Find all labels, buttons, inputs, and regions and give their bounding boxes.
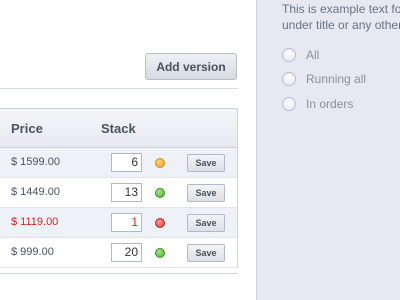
save-button[interactable]: Save (187, 154, 225, 172)
filter-option-in-orders[interactable]: In orders (282, 95, 353, 113)
radio-icon[interactable] (282, 48, 296, 62)
price-column-header: Price (11, 121, 43, 136)
add-version-button[interactable]: Add version (145, 53, 237, 80)
status-dot-icon (155, 218, 165, 228)
table-header: Price Stack (0, 108, 238, 148)
sidebar: This is example text fo under title or a… (256, 0, 400, 300)
table-row: $ 999.00 20 Save (0, 238, 238, 268)
filter-label: Running all (306, 72, 367, 86)
status-dot-icon (155, 248, 165, 258)
filter-label: In orders (306, 97, 354, 111)
table-row: $ 1119.00 1 Save (0, 208, 238, 238)
description-line: This is example text fo (282, 2, 400, 16)
stack-input[interactable]: 1 (111, 213, 142, 232)
status-dot-icon (155, 188, 165, 198)
sidebar-description: This is example text fo under title or a… (282, 1, 400, 33)
stack-input[interactable]: 13 (111, 183, 142, 202)
radio-icon[interactable] (282, 72, 296, 86)
description-line: under title or any other (282, 18, 400, 32)
radio-icon[interactable] (282, 97, 296, 111)
divider (0, 88, 238, 89)
table-row: $ 1599.00 6 Save (0, 148, 238, 178)
table-bottom-border (0, 273, 238, 274)
versions-table: Price Stack $ 1599.00 6 Save $ 1449.00 1… (0, 108, 238, 273)
status-dot-icon (155, 158, 165, 168)
stack-input[interactable]: 20 (111, 243, 142, 262)
main-panel: Add version Price Stack $ 1599.00 6 Save… (0, 0, 256, 300)
price-cell: $ 1449.00 (11, 186, 60, 198)
save-button[interactable]: Save (187, 244, 225, 262)
filter-option-all[interactable]: All (282, 46, 319, 64)
price-cell: $ 1599.00 (11, 156, 60, 168)
stack-input[interactable]: 6 (111, 153, 142, 172)
stack-column-header: Stack (101, 121, 136, 136)
filter-option-running-all[interactable]: Running all (282, 70, 366, 88)
table-row: $ 1449.00 13 Save (0, 178, 238, 208)
save-button[interactable]: Save (187, 184, 225, 202)
filter-label: All (306, 48, 320, 62)
save-button[interactable]: Save (187, 214, 225, 232)
price-cell: $ 999.00 (11, 246, 54, 258)
price-cell: $ 1119.00 (11, 216, 59, 228)
